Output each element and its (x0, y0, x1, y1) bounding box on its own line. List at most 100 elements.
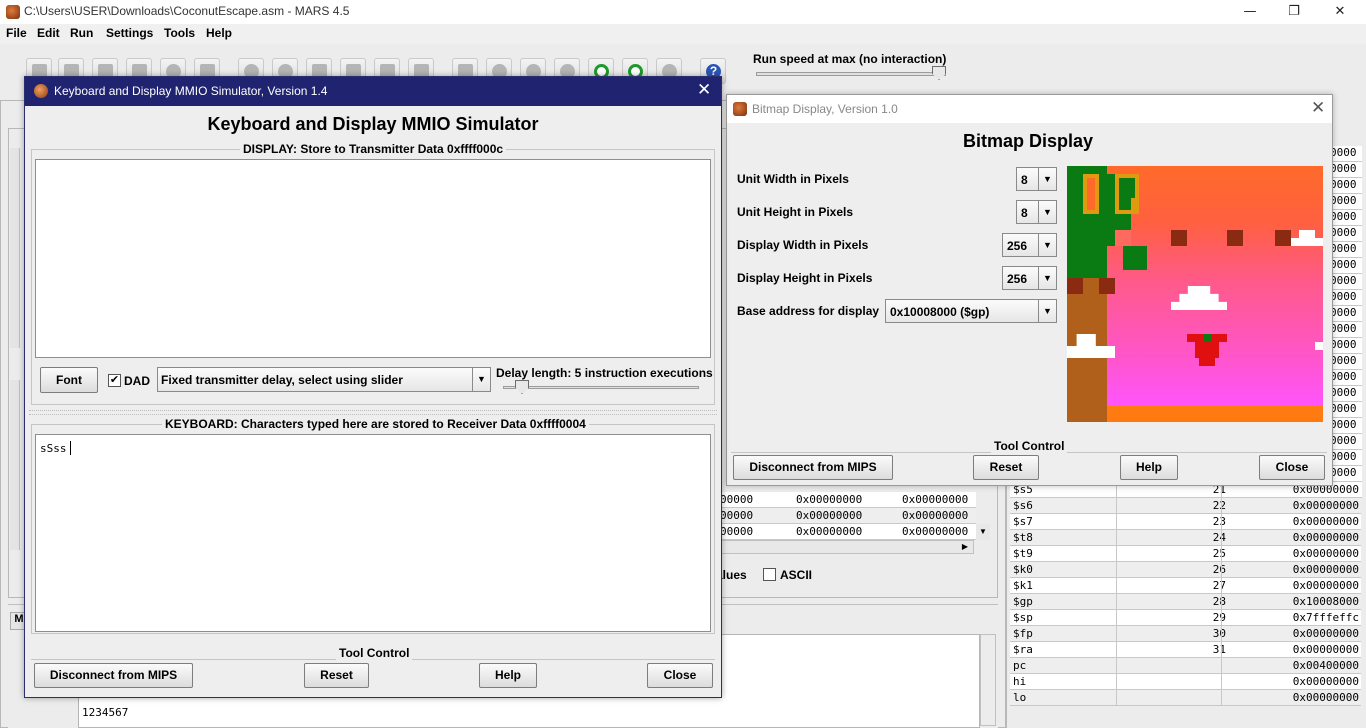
delay-slider[interactable] (503, 386, 699, 389)
run-speed-slider[interactable] (756, 72, 946, 76)
memory-row: 00000 0x00000000 0x00000000 (718, 508, 976, 524)
register-row[interactable]: pc 0x00400000 (1010, 658, 1361, 674)
restore-button[interactable]: ❐ (1272, 2, 1316, 22)
font-button[interactable]: Font (40, 367, 98, 393)
display-width-select[interactable]: 256 ▼ (1002, 233, 1057, 257)
chevron-down-icon: ▼ (1038, 300, 1056, 322)
register-number: 26 (1212, 563, 1226, 576)
memory-cell: 00000 (720, 493, 754, 506)
register-row[interactable]: $s6 22 0x00000000 (1010, 498, 1361, 514)
menu-settings[interactable]: Settings (106, 26, 153, 40)
register-value: 0000 (1330, 322, 1362, 338)
menu-run[interactable]: Run (70, 26, 93, 40)
bitmap-window-icon (733, 102, 747, 116)
unit-width-select[interactable]: 8 ▼ (1016, 167, 1057, 191)
register-name: hi (1013, 675, 1027, 688)
register-value: 0000 (1330, 162, 1362, 178)
mmio-disconnect-button[interactable]: Disconnect from MIPS (34, 663, 193, 688)
base-address-select[interactable]: 0x10008000 ($gp) ▼ (885, 299, 1057, 323)
delay-length-label: Delay length: 5 instruction executions (496, 366, 713, 380)
menu-tools-label: Tools (164, 26, 196, 40)
display-height-value: 256 (1007, 272, 1028, 286)
cloud (1315, 342, 1323, 350)
menu-help[interactable]: Help (206, 26, 232, 40)
bitmap-close-icon[interactable]: ✕ (1311, 98, 1325, 118)
display-width-label: Display Width in Pixels (737, 238, 869, 252)
trunk-shadow (1067, 278, 1083, 294)
window-title: C:\Users\USER\Downloads\CoconutEscape.as… (24, 4, 350, 18)
unit-height-select[interactable]: 8 ▼ (1016, 200, 1057, 224)
run-speed-label: Run speed at max (no interaction) (753, 52, 947, 66)
chevron-down-icon: ▼ (1038, 201, 1056, 223)
register-row[interactable]: $gp 28 0x10008000 (1010, 594, 1361, 610)
register-row[interactable]: $k1 27 0x00000000 (1010, 578, 1361, 594)
dad-checkbox[interactable]: ✔ (108, 374, 121, 387)
register-number: 30 (1212, 627, 1226, 640)
register-row[interactable]: $s7 23 0x00000000 (1010, 514, 1361, 530)
memory-scroll-right-arrow[interactable]: ▶ (958, 540, 972, 554)
ground-strip (1107, 406, 1323, 422)
ascii-checkbox[interactable] (763, 568, 776, 581)
register-row[interactable]: $k0 26 0x00000000 (1010, 562, 1361, 578)
memory-scroll-down-arrow[interactable]: ▼ (976, 524, 990, 540)
register-name: pc (1013, 659, 1027, 672)
register-value: 0x00000000 (1292, 643, 1359, 656)
mmio-reset-button[interactable]: Reset (304, 663, 369, 688)
mmio-help-button[interactable]: Help (479, 663, 537, 688)
menu-edit-label: Edit (37, 26, 60, 40)
coconut (1131, 198, 1139, 214)
register-row[interactable]: $t8 24 0x00000000 (1010, 530, 1361, 546)
register-value: 0x00000000 (1292, 563, 1359, 576)
keyboard-input-area[interactable]: sSss (35, 434, 711, 632)
mmio-title-bar: Keyboard and Display MMIO Simulator, Ver… (25, 77, 721, 106)
register-number: 28 (1212, 595, 1226, 608)
register-value: 0000 (1330, 274, 1362, 290)
mmio-close-icon[interactable]: ✕ (697, 80, 711, 100)
register-number: 27 (1212, 579, 1226, 592)
menu-file[interactable]: File (6, 26, 27, 40)
display-height-select[interactable]: 256 ▼ (1002, 266, 1057, 290)
minimize-button[interactable]: — (1228, 2, 1272, 22)
register-value: 0000 (1330, 178, 1362, 194)
register-row[interactable]: $ra 31 0x00000000 (1010, 642, 1361, 658)
display-output-area (35, 159, 711, 358)
register-name: $s6 (1013, 499, 1033, 512)
unit-height-label: Unit Height in Pixels (737, 205, 854, 219)
bitmap-disconnect-button[interactable]: Disconnect from MIPS (733, 455, 893, 480)
mmio-close-button[interactable]: Close (647, 663, 713, 688)
unit-width-value: 8 (1021, 173, 1028, 187)
unit-height-value: 8 (1021, 206, 1028, 220)
keyboard-group-label: KEYBOARD: Characters typed here are stor… (162, 417, 589, 431)
register-value: 0000 (1330, 434, 1362, 450)
register-row[interactable]: hi 0x00000000 (1010, 674, 1361, 690)
menu-tools[interactable]: Tools (164, 26, 195, 40)
bitmap-canvas (1067, 166, 1323, 422)
register-number: 29 (1212, 611, 1226, 624)
register-name: $t9 (1013, 547, 1033, 560)
bitmap-reset-button[interactable]: Reset (973, 455, 1039, 480)
memory-cell: 0x00000000 (902, 509, 969, 522)
chevron-down-icon: ▼ (1038, 234, 1056, 256)
display-height-label: Display Height in Pixels (737, 271, 873, 285)
bitmap-close-button[interactable]: Close (1259, 455, 1325, 480)
console-scrollbar[interactable] (980, 634, 996, 726)
close-window-button[interactable]: ✕ (1318, 2, 1362, 22)
register-row[interactable]: $fp 30 0x00000000 (1010, 626, 1361, 642)
memory-cell: 0x00000000 (796, 525, 863, 538)
data-segment-gutter (10, 380, 20, 550)
memory-row: 00000 0x00000000 0x00000000 (718, 492, 976, 508)
dad-label: DAD (124, 374, 150, 388)
menu-help-label: Help (206, 26, 233, 40)
palm-leaves (1123, 246, 1147, 270)
split-pane-divider[interactable] (29, 410, 717, 415)
bitmap-help-button[interactable]: Help (1120, 455, 1178, 480)
register-row[interactable]: lo 0x00000000 (1010, 690, 1361, 706)
register-row[interactable]: $t9 25 0x00000000 (1010, 546, 1361, 562)
register-value: 0000 (1330, 386, 1362, 402)
memory-horizontal-scrollbar[interactable] (718, 540, 974, 554)
delay-mode-select[interactable]: Fixed transmitter delay, select using sl… (157, 367, 491, 392)
menu-edit[interactable]: Edit (37, 26, 60, 40)
register-row[interactable]: $sp 29 0x7fffeffc (1010, 610, 1361, 626)
register-value: 0000 (1330, 466, 1362, 482)
memory-cell: 00000 (720, 525, 754, 538)
